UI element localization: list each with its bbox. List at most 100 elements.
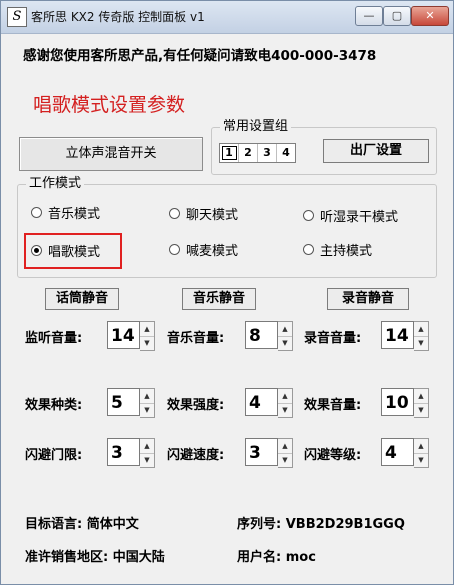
maximize-button[interactable]: ▢: [383, 6, 411, 26]
radio-label: 主持模式: [320, 244, 373, 259]
radio-circle-icon: [31, 207, 42, 218]
preset-tab-4[interactable]: 4: [277, 144, 295, 162]
radio-circle-selected-icon: [31, 245, 42, 256]
serial-number-info: 序列号: VBB2D29B1GGQ: [237, 513, 405, 532]
spin-down-arrow-icon[interactable]: ▼: [278, 453, 292, 467]
close-button[interactable]: ✕: [411, 6, 449, 26]
spin-arrows: ▲ ▼: [278, 438, 293, 468]
monitor-volume-spinbox[interactable]: 14 ▲ ▼: [107, 321, 155, 351]
spin-up-arrow-icon[interactable]: ▲: [278, 439, 292, 454]
radio-circle-icon: [169, 208, 180, 219]
target-language-info: 目标语言: 简体中文: [25, 513, 139, 532]
factory-reset-button[interactable]: 出厂设置: [323, 139, 429, 163]
serial-number-label: 序列号:: [237, 517, 282, 532]
username-info: 用户名: moc: [237, 546, 316, 565]
dodge-threshold-label: 闪避门限:: [25, 448, 83, 463]
record-mute-button[interactable]: 录音静音: [327, 288, 409, 310]
effect-type-value[interactable]: 5: [107, 388, 140, 416]
spin-up-arrow-icon[interactable]: ▲: [140, 439, 154, 454]
radio-label: 听湿录干模式: [320, 210, 399, 225]
preset-tab-3[interactable]: 3: [258, 144, 277, 162]
dodge-threshold-spinbox[interactable]: 3 ▲ ▼: [107, 438, 155, 468]
effect-strength-value[interactable]: 4: [245, 388, 278, 416]
spin-arrows: ▲ ▼: [140, 321, 155, 351]
record-volume-spinbox[interactable]: 14 ▲ ▼: [381, 321, 429, 351]
welcome-message: 感谢您使用客所思产品,有任何疑问请致电400-000-3478: [23, 48, 377, 64]
spin-arrows: ▲ ▼: [140, 388, 155, 418]
spin-down-arrow-icon[interactable]: ▼: [414, 403, 428, 417]
monitor-volume-value[interactable]: 14: [107, 321, 140, 349]
username-value: moc: [285, 550, 316, 565]
spin-arrows: ▲ ▼: [140, 438, 155, 468]
radio-singing-mode[interactable]: 唱歌模式: [31, 241, 100, 260]
effect-type-label: 效果种类:: [25, 398, 83, 413]
spin-down-arrow-icon[interactable]: ▼: [140, 453, 154, 467]
radio-circle-icon: [303, 210, 314, 221]
radio-shout-mic-mode[interactable]: 喊麦模式: [169, 240, 238, 259]
stereo-mix-toggle-button[interactable]: 立体声混音开关: [19, 137, 203, 171]
spin-arrows: ▲ ▼: [414, 321, 429, 351]
spin-arrows: ▲ ▼: [414, 388, 429, 418]
spin-up-arrow-icon[interactable]: ▲: [140, 322, 154, 337]
spin-up-arrow-icon[interactable]: ▲: [414, 389, 428, 404]
spin-down-arrow-icon[interactable]: ▼: [414, 453, 428, 467]
sales-region-value: 中国大陆: [112, 550, 165, 565]
spin-arrows: ▲ ▼: [278, 321, 293, 351]
target-language-value: 简体中文: [86, 517, 139, 532]
app-logo-icon: S: [7, 7, 27, 27]
spin-arrows: ▲ ▼: [278, 388, 293, 418]
music-volume-label: 音乐音量:: [167, 331, 225, 346]
section-title: 唱歌模式设置参数: [33, 94, 186, 116]
dodge-level-spinbox[interactable]: 4 ▲ ▼: [381, 438, 429, 468]
radio-music-mode[interactable]: 音乐模式: [31, 203, 100, 222]
spin-down-arrow-icon[interactable]: ▼: [140, 336, 154, 350]
sales-region-info: 准许销售地区: 中国大陆: [25, 546, 165, 565]
music-volume-value[interactable]: 8: [245, 321, 278, 349]
spin-up-arrow-icon[interactable]: ▲: [414, 322, 428, 337]
effect-volume-value[interactable]: 10: [381, 388, 414, 416]
spin-arrows: ▲ ▼: [414, 438, 429, 468]
spin-down-arrow-icon[interactable]: ▼: [140, 403, 154, 417]
effect-type-spinbox[interactable]: 5 ▲ ▼: [107, 388, 155, 418]
minimize-button[interactable]: —: [355, 6, 383, 26]
effect-strength-spinbox[interactable]: 4 ▲ ▼: [245, 388, 293, 418]
dodge-speed-spinbox[interactable]: 3 ▲ ▼: [245, 438, 293, 468]
common-settings-group-label: 常用设置组: [220, 119, 292, 135]
dodge-threshold-value[interactable]: 3: [107, 438, 140, 466]
spin-down-arrow-icon[interactable]: ▼: [278, 336, 292, 350]
music-mute-button[interactable]: 音乐静音: [182, 288, 256, 310]
radio-label: 音乐模式: [48, 207, 101, 222]
record-volume-value[interactable]: 14: [381, 321, 414, 349]
serial-number-value: VBB2D29B1GGQ: [285, 517, 405, 532]
radio-host-mode[interactable]: 主持模式: [303, 240, 372, 259]
title-bar[interactable]: S 客所思 KX2 传奇版 控制面板 v1 — ▢ ✕: [1, 1, 453, 34]
dodge-level-label: 闪避等级:: [304, 448, 362, 463]
radio-chat-mode[interactable]: 聊天模式: [169, 204, 238, 223]
spin-down-arrow-icon[interactable]: ▼: [278, 403, 292, 417]
spin-up-arrow-icon[interactable]: ▲: [140, 389, 154, 404]
dodge-speed-label: 闪避速度:: [167, 448, 225, 463]
music-volume-spinbox[interactable]: 8 ▲ ▼: [245, 321, 293, 351]
radio-label: 唱歌模式: [48, 245, 101, 260]
effect-volume-spinbox[interactable]: 10 ▲ ▼: [381, 388, 429, 418]
mic-mute-button[interactable]: 话筒静音: [45, 288, 119, 310]
effect-volume-label: 效果音量:: [304, 398, 362, 413]
window-title: 客所思 KX2 传奇版 控制面板 v1: [31, 10, 205, 24]
spin-down-arrow-icon[interactable]: ▼: [414, 336, 428, 350]
target-language-label: 目标语言:: [25, 517, 83, 532]
radio-label: 聊天模式: [186, 208, 239, 223]
dodge-level-value[interactable]: 4: [381, 438, 414, 466]
effect-strength-label: 效果强度:: [167, 398, 225, 413]
preset-tab-2[interactable]: 2: [239, 144, 258, 162]
spin-up-arrow-icon[interactable]: ▲: [278, 389, 292, 404]
dodge-speed-value[interactable]: 3: [245, 438, 278, 466]
record-volume-label: 录音音量:: [304, 331, 362, 346]
spin-up-arrow-icon[interactable]: ▲: [278, 322, 292, 337]
preset-tab-1[interactable]: 1: [220, 144, 239, 162]
radio-wet-monitor-dry-record-mode[interactable]: 听湿录干模式: [303, 206, 398, 225]
spin-up-arrow-icon[interactable]: ▲: [414, 439, 428, 454]
radio-circle-icon: [169, 244, 180, 255]
monitor-volume-label: 监听音量:: [25, 331, 83, 346]
sales-region-label: 准许销售地区:: [25, 550, 109, 565]
username-label: 用户名:: [237, 550, 282, 565]
